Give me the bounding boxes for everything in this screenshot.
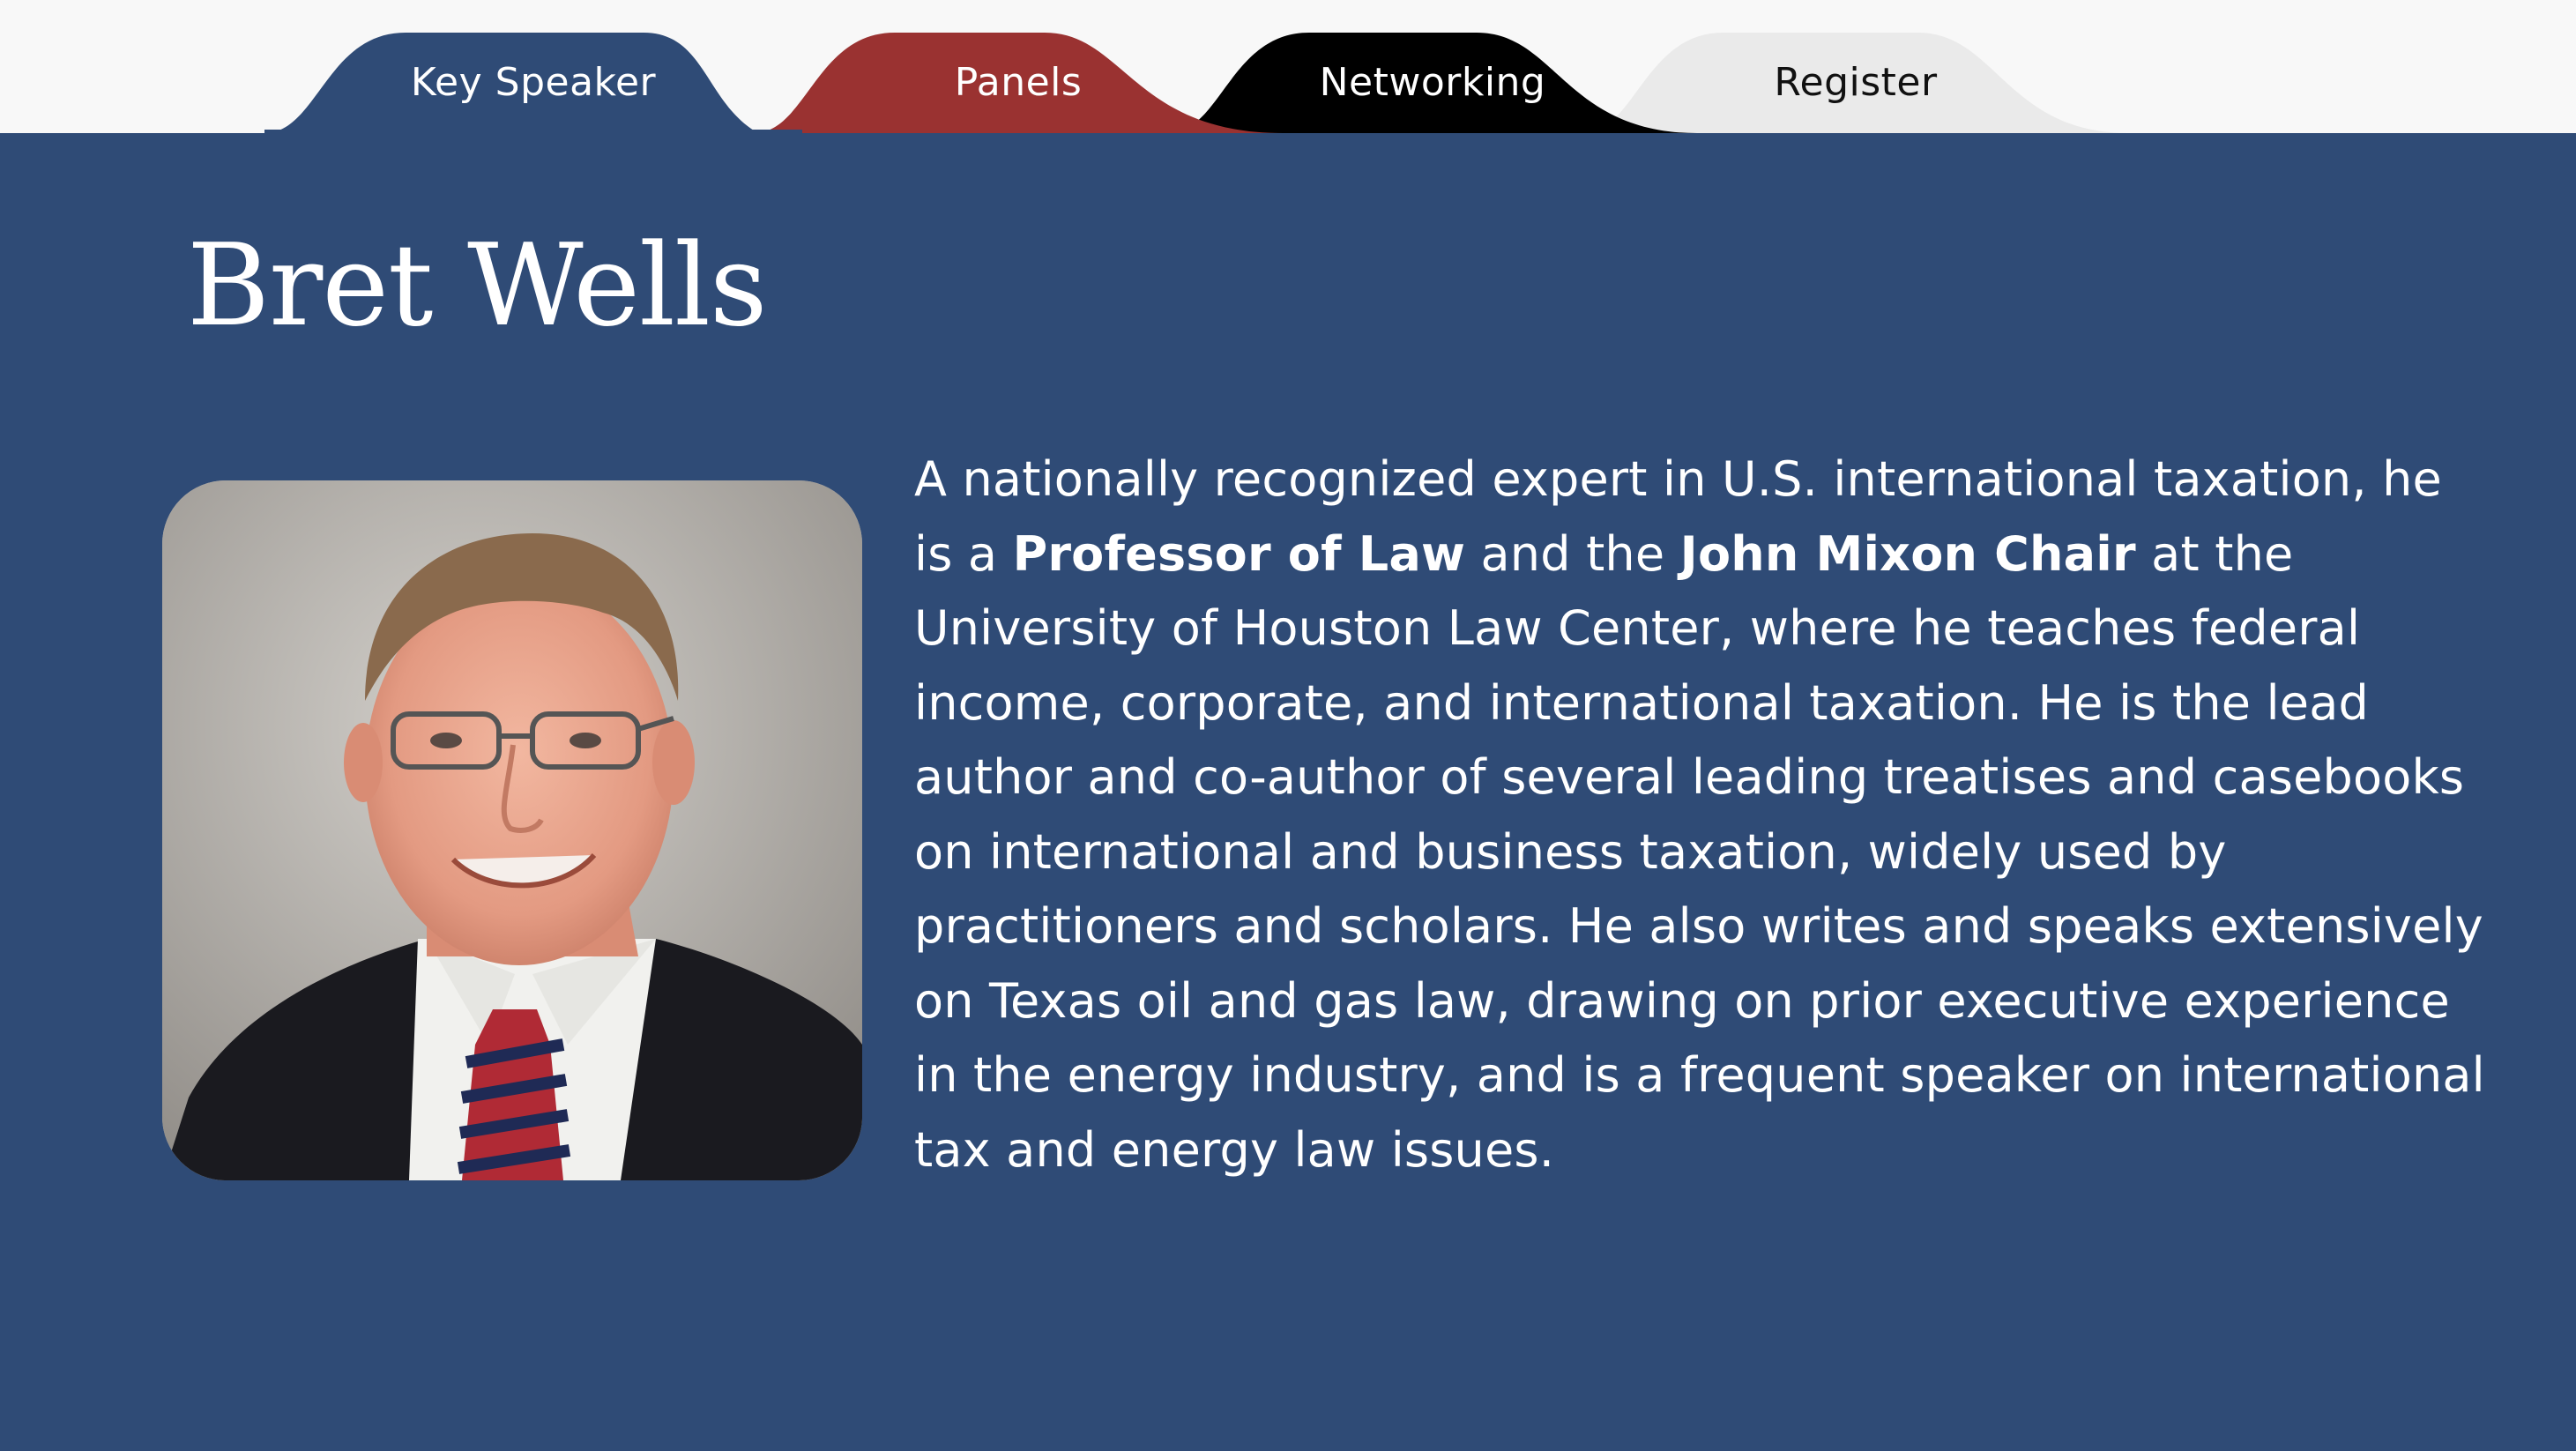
tab-register-label: Register (1774, 59, 1938, 105)
tab-key-speaker[interactable]: Key Speaker (264, 33, 802, 133)
tab-networking-label: Networking (1319, 59, 1546, 105)
speaker-photo (162, 480, 862, 1180)
bio-text-2: and the (1465, 525, 1680, 582)
speaker-name: Bret Wells (187, 220, 768, 352)
bio-title-professor-of-law: Professor of Law (1012, 525, 1466, 582)
bio-title-john-mixon-chair: John Mixon Chair (1679, 525, 2136, 582)
tab-panels[interactable]: Panels (754, 33, 1283, 133)
tab-key-speaker-label: Key Speaker (410, 59, 657, 105)
bio-text-3: at the University of Houston Law Center,… (914, 525, 2485, 1178)
tab-bar: Register Networking Panels Key Speaker (0, 0, 2576, 133)
speaker-bio: A nationally recognized expert in U.S. i… (914, 443, 2492, 1187)
speaker-portrait-image (162, 480, 862, 1180)
tab-panels-label: Panels (954, 59, 1083, 105)
